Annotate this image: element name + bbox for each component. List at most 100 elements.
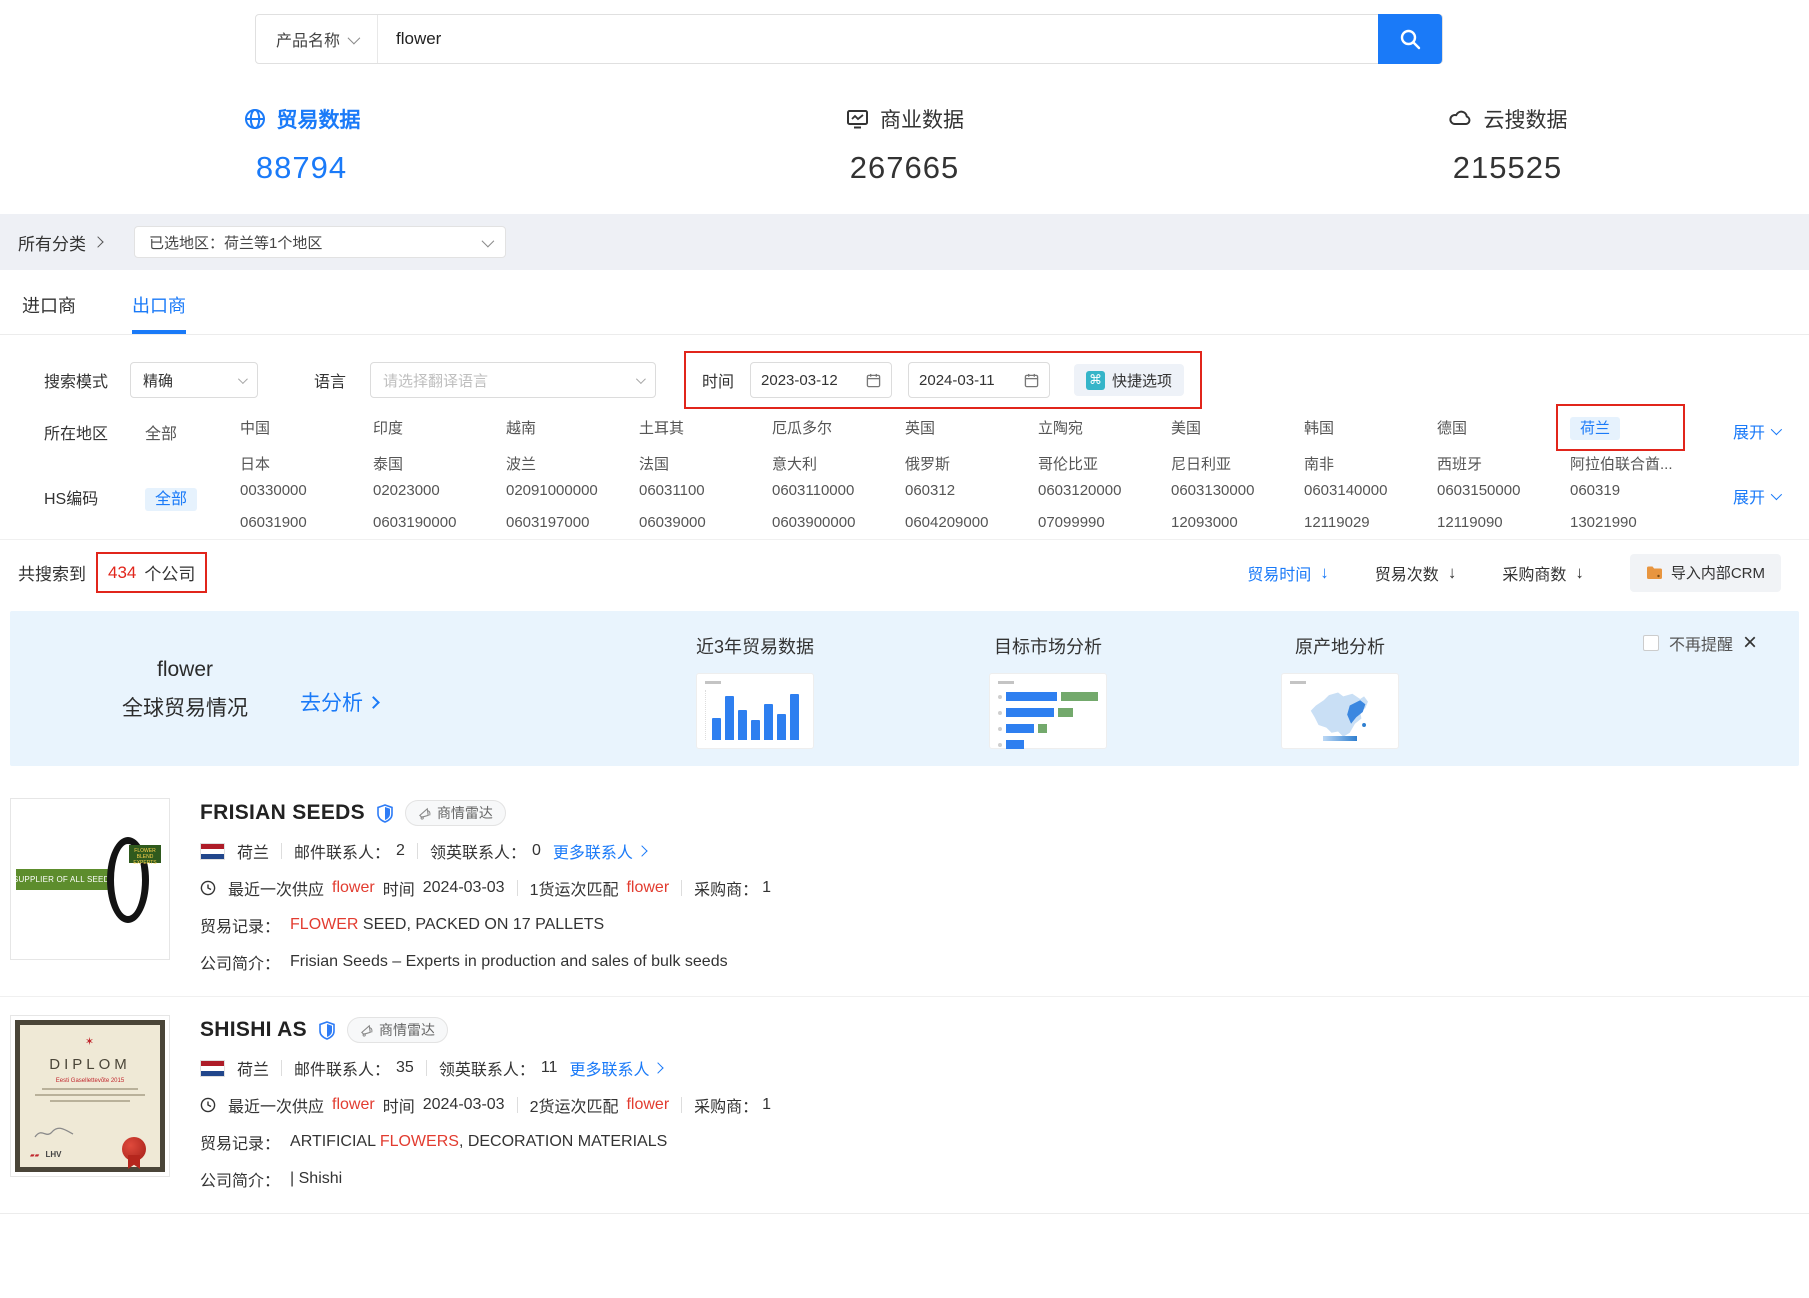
company-intro-text: | Shishi xyxy=(290,1170,342,1188)
sort-option[interactable]: 贸易时间↓ xyxy=(1247,561,1329,585)
trade-record-line: 贸易记录： FLOWER SEED, PACKED ON 17 PALLETS xyxy=(200,913,1791,937)
mini-hbar-green-segment xyxy=(1038,724,1047,733)
company-name[interactable]: SHISHI AS xyxy=(200,1018,307,1042)
region-option[interactable]: 哥伦比亚 xyxy=(1038,453,1171,474)
hs-code-option[interactable]: 0604209000 xyxy=(905,514,1038,531)
trade-record-rest: , DECORATION MATERIALS xyxy=(459,1133,667,1150)
date-from-input[interactable]: 2023-03-12 xyxy=(750,362,892,398)
search-input[interactable] xyxy=(378,15,1378,63)
region-option[interactable]: 波兰 xyxy=(506,453,639,474)
go-analyze-link[interactable]: 去分析 xyxy=(300,687,378,717)
hs-code-option[interactable]: 0603150000 xyxy=(1437,482,1570,499)
hs-code-option[interactable]: 06031900 xyxy=(240,514,373,531)
region-option[interactable]: 立陶宛 xyxy=(1038,417,1171,438)
business-radar-badge[interactable]: 商情雷达 xyxy=(405,800,506,826)
hs-code-option[interactable]: 060312 xyxy=(905,482,1038,499)
hs-expand-link[interactable]: 展开 xyxy=(1733,484,1779,508)
region-option[interactable]: 日本 xyxy=(240,453,373,474)
sort-option[interactable]: 贸易次数↓ xyxy=(1375,561,1457,585)
banner-card-trade-chart[interactable]: 近3年贸易数据 xyxy=(680,633,830,749)
radar-bell-icon xyxy=(360,1024,373,1037)
hs-code-option[interactable]: 13021990 xyxy=(1570,514,1703,531)
company-country: 荷兰 xyxy=(237,839,269,863)
region-option[interactable]: 泰国 xyxy=(373,453,506,474)
supply-line: 最近一次供应 flower 时间 2024-03-03 1货运次匹配 flowe… xyxy=(200,876,1791,900)
banner-dismiss: 不再提醒 × xyxy=(1643,631,1757,655)
hs-code-option[interactable]: 0603140000 xyxy=(1304,482,1437,499)
hs-code-option[interactable]: 0603110000 xyxy=(772,482,905,499)
region-option[interactable]: 尼日利亚 xyxy=(1171,453,1304,474)
selected-region-dropdown[interactable]: 已选地区：荷兰等1个地区 xyxy=(134,226,506,258)
hs-option-all[interactable]: 全部 xyxy=(145,482,240,509)
region-option[interactable]: 英国 xyxy=(905,417,1038,438)
search-section: 产品名称 xyxy=(0,0,1809,68)
company-name[interactable]: FRISIAN SEEDS xyxy=(200,801,365,825)
hs-code-option[interactable]: 060319 xyxy=(1570,482,1703,499)
chevron-right-icon xyxy=(92,236,103,247)
banner-card-origin-analysis[interactable]: 原产地分析 xyxy=(1265,633,1415,749)
tab-importer[interactable]: 进口商 xyxy=(18,270,80,334)
stat-label: 商业数据 xyxy=(880,104,964,134)
hs-code-option[interactable]: 07099990 xyxy=(1038,514,1171,531)
hs-code-option[interactable]: 12093000 xyxy=(1171,514,1304,531)
banner-card-title: 目标市场分析 xyxy=(973,633,1123,659)
region-option[interactable]: 土耳其 xyxy=(639,417,772,438)
region-expand-link[interactable]: 展开 xyxy=(1733,419,1779,443)
search-mode-select[interactable]: 精确 xyxy=(130,362,258,398)
region-option[interactable]: 德国 xyxy=(1437,417,1570,438)
more-contacts-link[interactable]: 更多联系人 xyxy=(553,839,646,863)
dont-remind-checkbox[interactable] xyxy=(1643,635,1659,651)
breadcrumb-all-categories[interactable]: 所有分类 xyxy=(18,230,102,255)
region-option[interactable]: 韩国 xyxy=(1304,417,1437,438)
business-radar-badge[interactable]: 商情雷达 xyxy=(347,1017,448,1043)
hs-code-option[interactable]: 06039000 xyxy=(639,514,772,531)
quick-options-button[interactable]: ⌘ 快捷选项 xyxy=(1074,364,1184,396)
thumb-caption-bar xyxy=(705,681,721,684)
region-option[interactable]: 印度 xyxy=(373,417,506,438)
tab-trade-data[interactable]: 贸易数据 88794 xyxy=(0,104,603,186)
hs-code-option[interactable]: 12119029 xyxy=(1304,514,1437,531)
tab-cloud-search-data[interactable]: 云搜数据 215525 xyxy=(1206,104,1809,186)
business-radar-label: 商情雷达 xyxy=(379,1020,435,1040)
region-option-all[interactable]: 全部 xyxy=(145,417,240,444)
sort-option[interactable]: 采购商数↓ xyxy=(1502,561,1584,585)
region-option[interactable]: 美国 xyxy=(1171,417,1304,438)
search-category-select[interactable]: 产品名称 xyxy=(256,15,378,63)
hs-code-option[interactable]: 02091000000 xyxy=(506,482,639,499)
hs-code-option[interactable]: 0603120000 xyxy=(1038,482,1171,499)
close-icon[interactable]: × xyxy=(1743,635,1757,651)
import-crm-button[interactable]: 导入内部CRM xyxy=(1630,554,1781,592)
region-option[interactable]: 越南 xyxy=(506,417,639,438)
stat-value: 267665 xyxy=(850,150,959,186)
more-contacts-link[interactable]: 更多联系人 xyxy=(569,1056,662,1080)
region-option[interactable]: 西班牙 xyxy=(1437,453,1570,474)
region-filter-label: 所在地区 xyxy=(44,417,145,444)
sort-arrow-icon: ↓ xyxy=(1575,563,1584,583)
region-option[interactable]: 俄罗斯 xyxy=(905,453,1038,474)
hs-code-option[interactable]: 0603900000 xyxy=(772,514,905,531)
region-option[interactable]: 意大利 xyxy=(772,453,905,474)
region-option[interactable]: 法国 xyxy=(639,453,772,474)
language-select[interactable]: 请选择翻译语言 xyxy=(370,362,656,398)
region-option[interactable]: 厄瓜多尔 xyxy=(772,417,905,438)
trade-record-highlight: FLOWER xyxy=(290,916,358,933)
hs-code-option[interactable]: 00330000 xyxy=(240,482,373,499)
tab-exporter[interactable]: 出口商 xyxy=(128,270,190,334)
tab-business-data[interactable]: 商业数据 267665 xyxy=(603,104,1206,186)
hs-code-option[interactable]: 12119090 xyxy=(1437,514,1570,531)
search-button[interactable] xyxy=(1378,14,1442,64)
hs-code-option[interactable]: 06031100 xyxy=(639,482,772,499)
region-option[interactable]: 南非 xyxy=(1304,453,1437,474)
company-logo[interactable]: SUPPLIER OF ALL SEEDS FLOWER BLEND EXPER… xyxy=(10,798,170,960)
date-to-input[interactable]: 2024-03-11 xyxy=(908,362,1050,398)
region-option[interactable]: 中国 xyxy=(240,417,373,438)
company-logo[interactable]: ✶ DIPLOM Eesti Gasellettevõte 2015 ▰▰ LH… xyxy=(10,1015,170,1177)
region-option[interactable]: 荷兰 xyxy=(1570,417,1703,438)
hs-code-option[interactable]: 0603130000 xyxy=(1171,482,1304,499)
buyers-label: 采购商： xyxy=(694,1093,758,1117)
hs-code-option[interactable]: 02023000 xyxy=(373,482,506,499)
hs-code-option[interactable]: 0603190000 xyxy=(373,514,506,531)
banner-card-market-analysis[interactable]: 目标市场分析 xyxy=(973,633,1123,749)
hs-code-option[interactable]: 0603197000 xyxy=(506,514,639,531)
region-option[interactable]: 阿拉伯联合酋... xyxy=(1570,453,1703,474)
